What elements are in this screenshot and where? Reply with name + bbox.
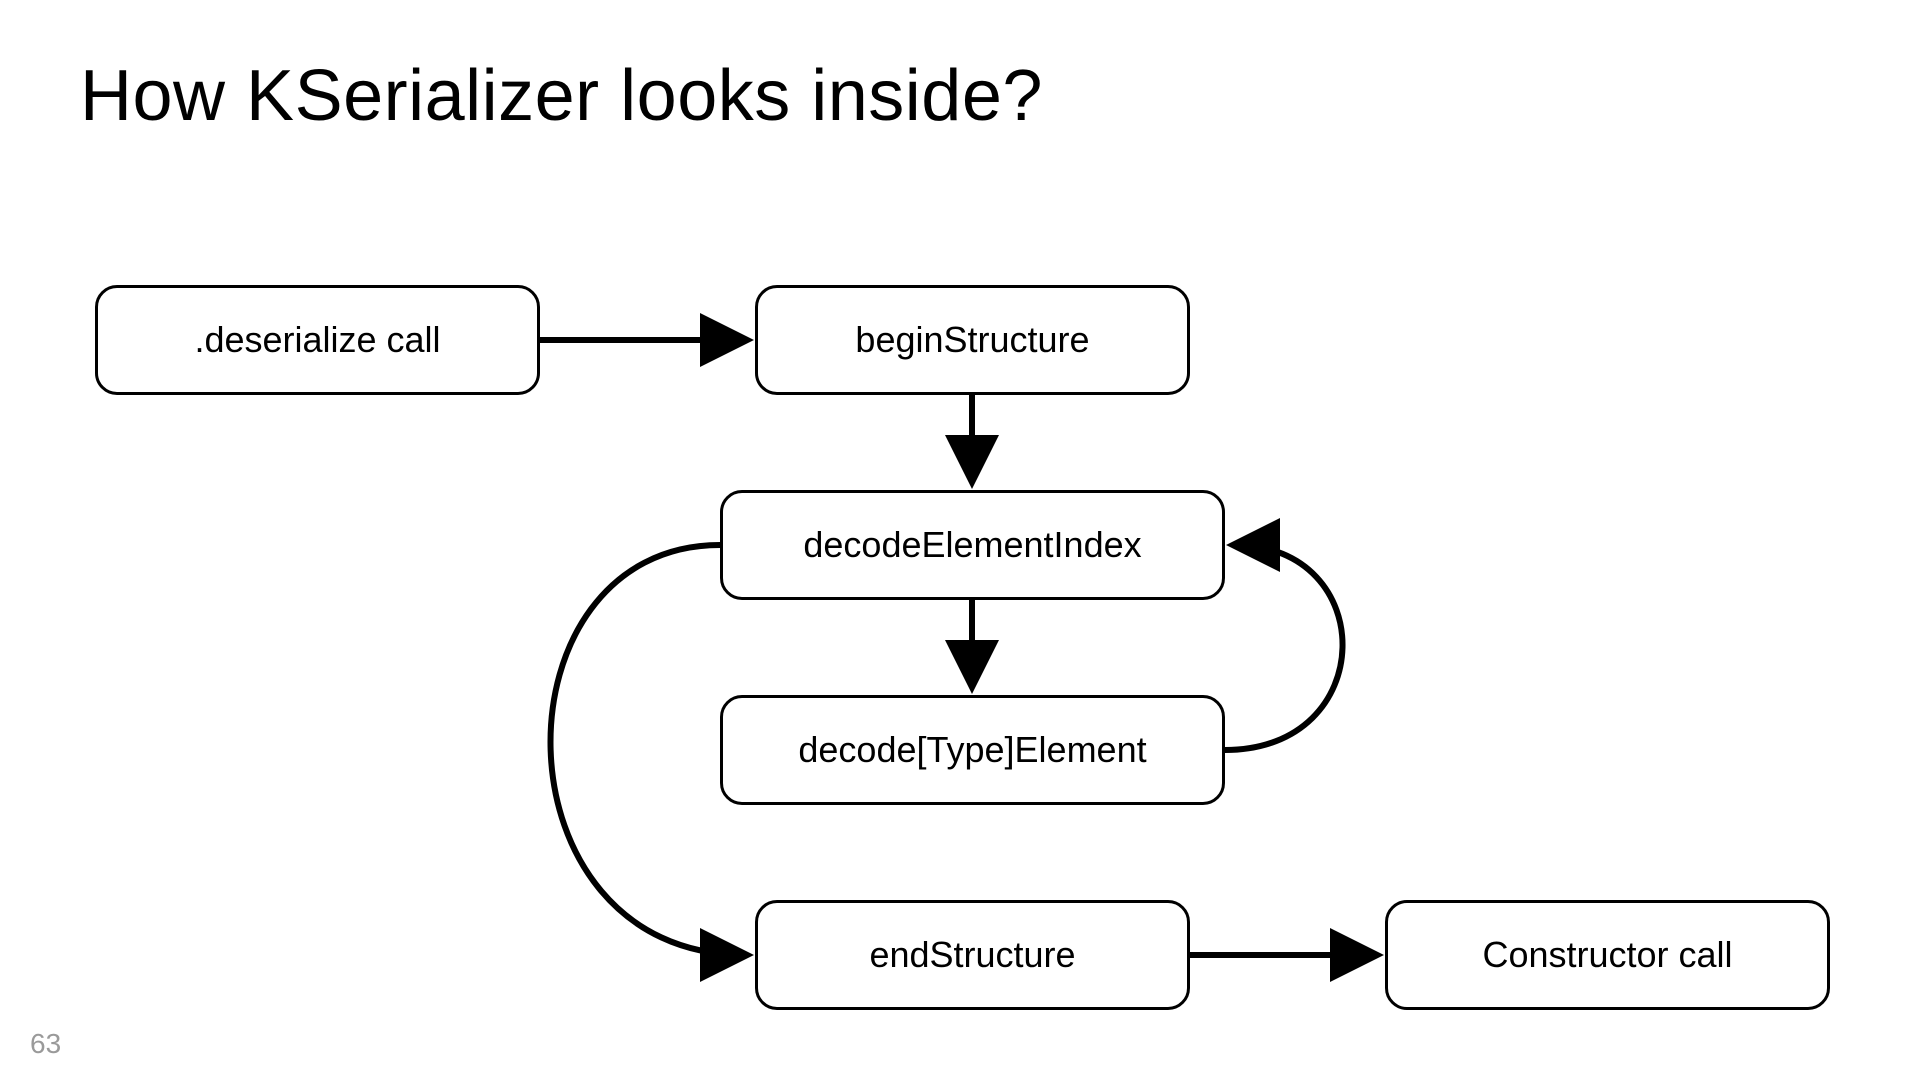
slide-title: How KSerializer looks inside? <box>80 55 1043 137</box>
node-constructor-call: Constructor call <box>1385 900 1830 1010</box>
node-decode-element-index: decodeElementIndex <box>720 490 1225 600</box>
node-decode-type-element: decode[Type]Element <box>720 695 1225 805</box>
edge-decodetype-to-decodeindex-loop <box>1225 545 1343 750</box>
node-end-structure: endStructure <box>755 900 1190 1010</box>
node-deserialize-call: .deserialize call <box>95 285 540 395</box>
node-begin-structure: beginStructure <box>755 285 1190 395</box>
edge-decodeindex-to-end <box>551 545 745 955</box>
page-number: 63 <box>30 1028 61 1060</box>
